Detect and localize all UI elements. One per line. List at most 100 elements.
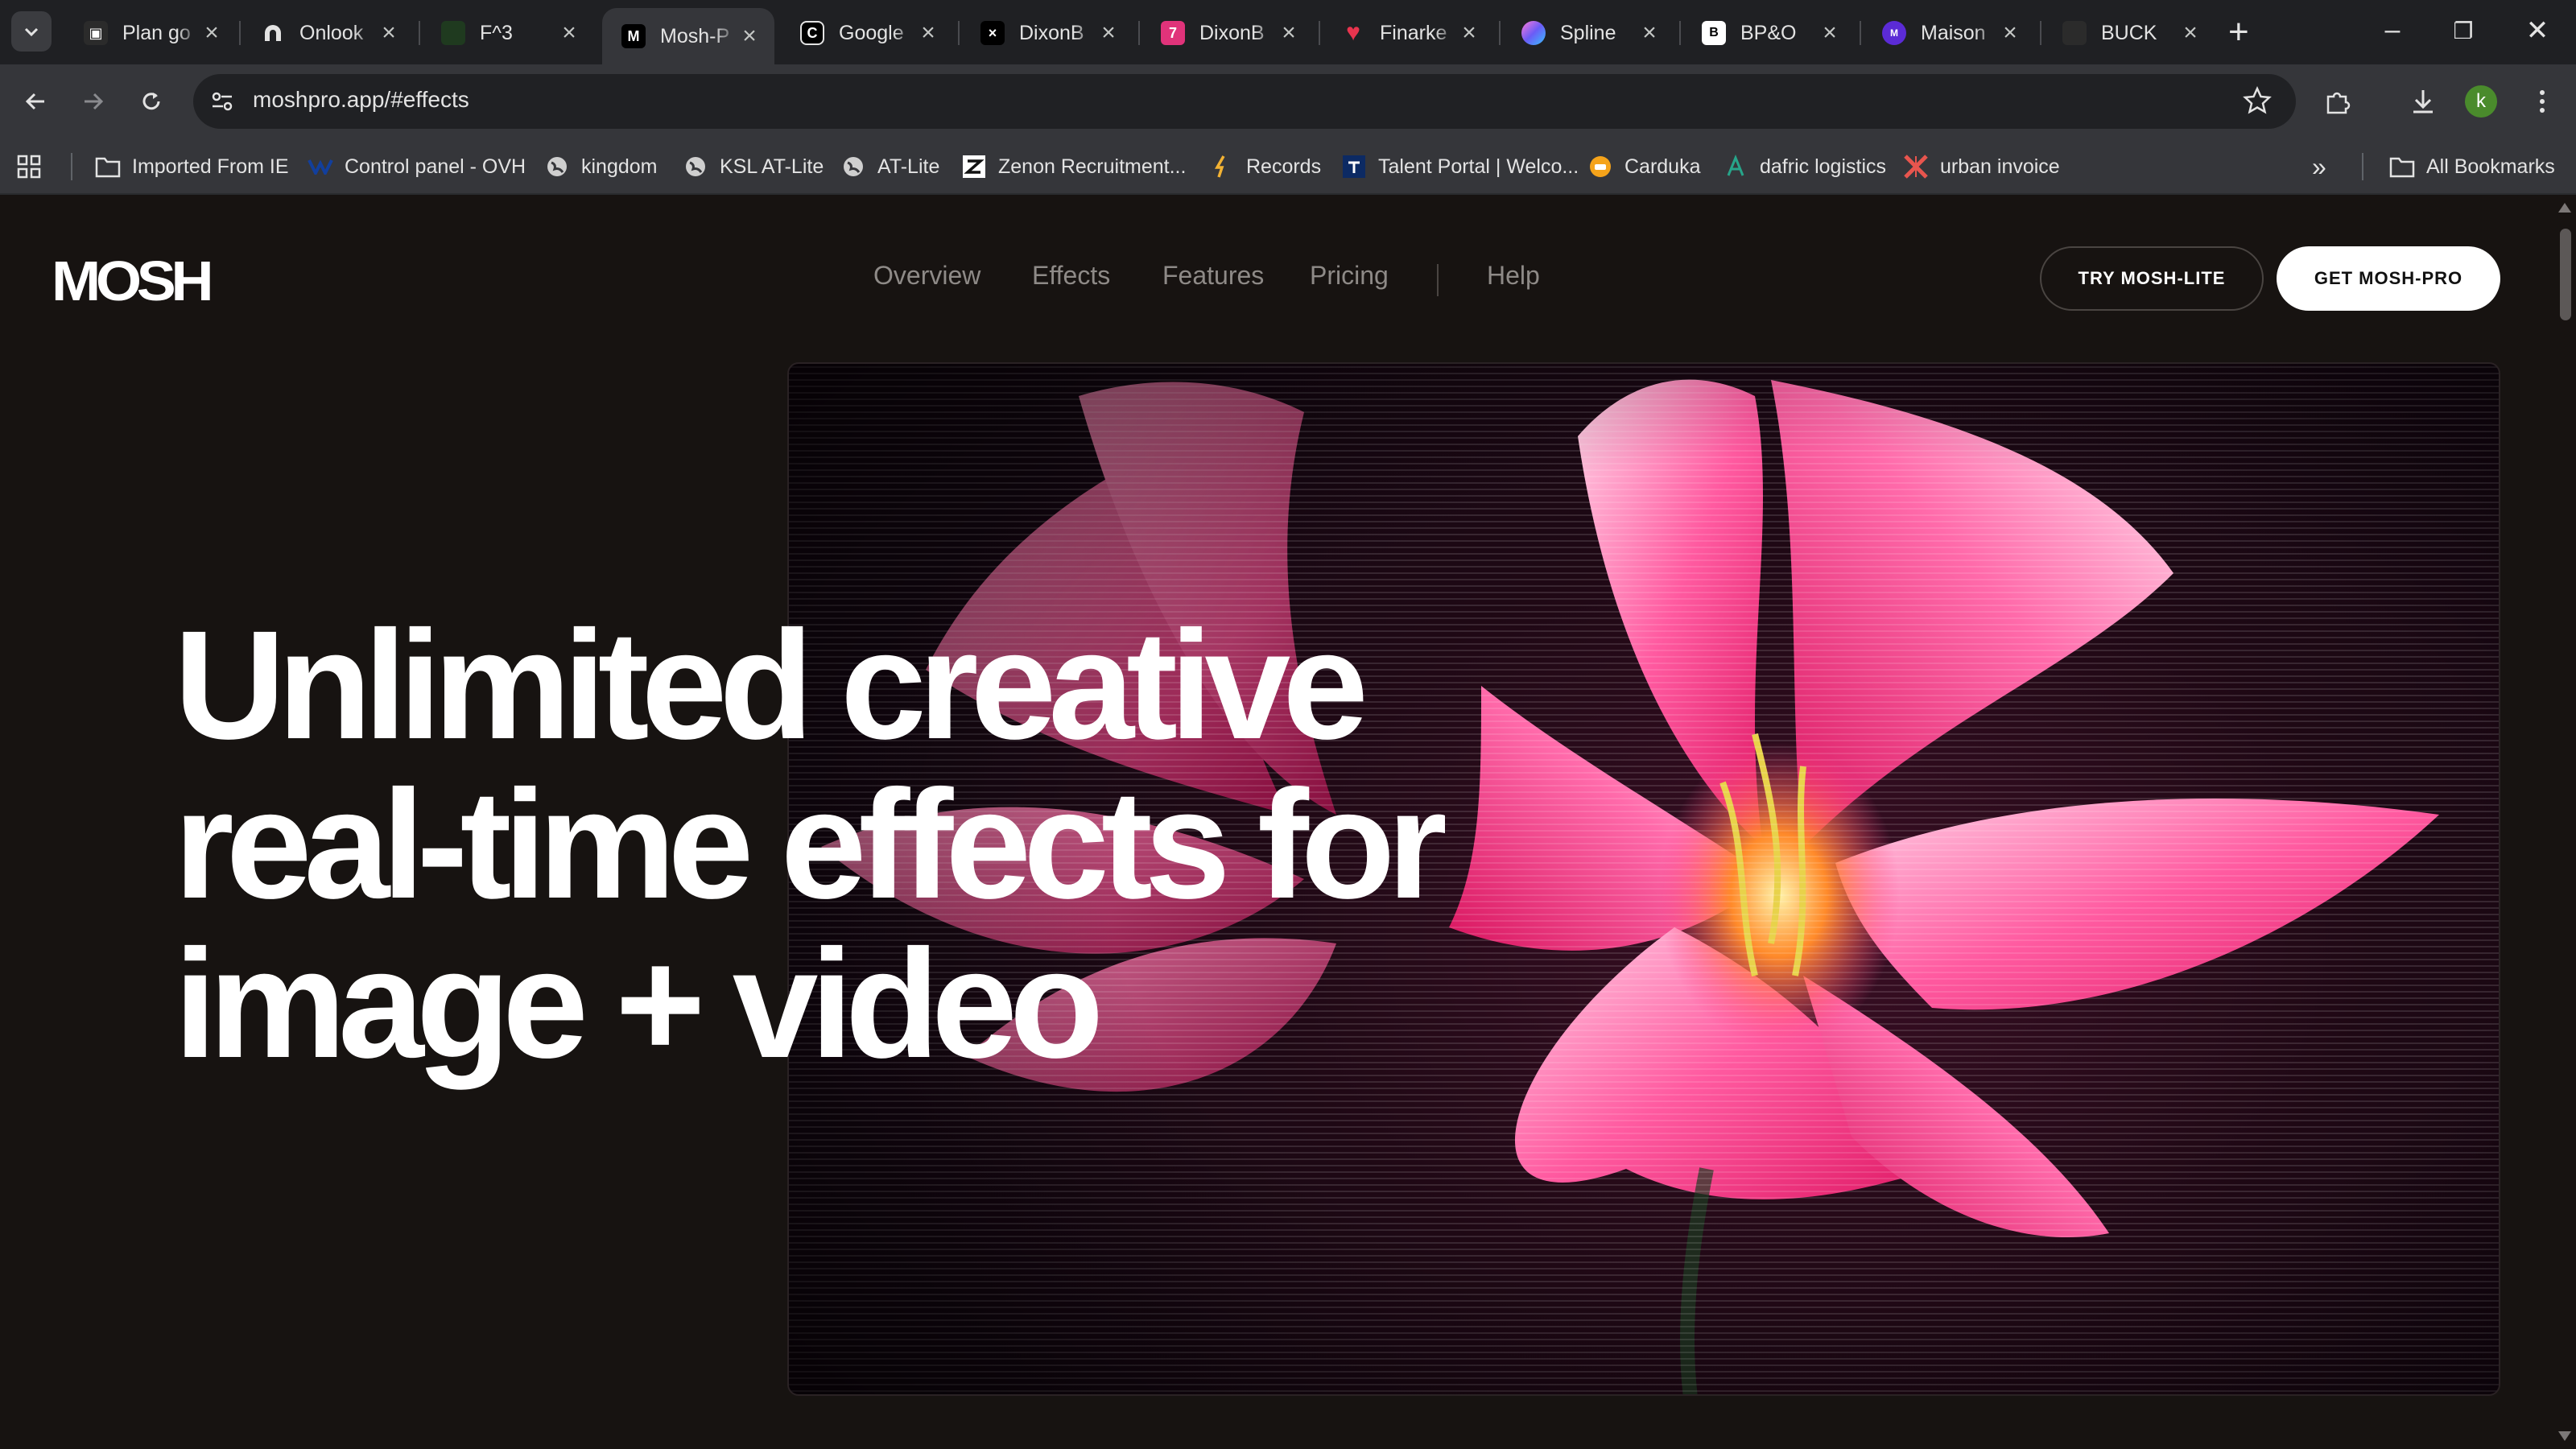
nav-pricing[interactable]: Pricing bbox=[1310, 261, 1389, 291]
get-mosh-pro-button[interactable]: GET MOSH-PRO bbox=[2277, 246, 2500, 311]
tab-title: Google bbox=[839, 21, 904, 44]
bookmark-item[interactable]: Talent Portal | Welco... bbox=[1341, 138, 1579, 195]
ovh-logo-icon bbox=[308, 154, 333, 180]
tab-title: DixonB bbox=[1019, 21, 1084, 44]
minimize-button[interactable]: – bbox=[2368, 14, 2417, 46]
scroll-down-arrow-icon[interactable] bbox=[2558, 1431, 2571, 1441]
tab-title: Onlook bbox=[299, 21, 364, 44]
globe-icon bbox=[544, 154, 570, 180]
folder-icon bbox=[95, 154, 121, 180]
close-icon[interactable]: × bbox=[1998, 19, 2022, 46]
extensions-button[interactable] bbox=[2318, 82, 2357, 121]
tab[interactable]: Onlook × bbox=[242, 8, 414, 58]
bookmark-item[interactable]: AT-Lite bbox=[840, 138, 939, 195]
try-mosh-lite-button[interactable]: TRY MOSH-LITE bbox=[2040, 246, 2264, 311]
tab[interactable]: ♥ Finarke × bbox=[1322, 8, 1494, 58]
address-bar[interactable]: moshpro.app/#effects bbox=[193, 74, 2296, 129]
heart-icon: ♥ bbox=[1346, 19, 1360, 46]
tab-separator bbox=[239, 21, 241, 45]
hero-line: real-time effects for bbox=[174, 758, 1447, 931]
close-icon[interactable]: × bbox=[1637, 19, 1662, 46]
nav-overview[interactable]: Overview bbox=[873, 261, 980, 291]
close-icon[interactable]: × bbox=[737, 23, 762, 49]
back-button[interactable] bbox=[16, 82, 55, 121]
nav-features[interactable]: Features bbox=[1162, 261, 1264, 291]
tab[interactable]: 7 DixonB × bbox=[1141, 8, 1314, 58]
bookmark-label: dafric logistics bbox=[1760, 155, 1886, 178]
forward-button[interactable] bbox=[74, 82, 113, 121]
tab-title: F^3 bbox=[480, 21, 513, 44]
tab-title: BUCK bbox=[2101, 21, 2157, 44]
restore-button[interactable]: ❐ bbox=[2439, 18, 2487, 44]
tab-strip: ▣ Plan go × Onlook × F^3 × M Mosh-P × C … bbox=[0, 0, 2576, 64]
bookmark-item[interactable]: kingdom bbox=[544, 138, 658, 195]
nav-help[interactable]: Help bbox=[1487, 261, 1540, 291]
talent-portal-icon bbox=[1341, 154, 1367, 180]
tab[interactable]: BUCK × bbox=[2043, 8, 2215, 58]
tab-separator bbox=[2040, 21, 2041, 45]
tab-search-button[interactable] bbox=[11, 11, 52, 52]
all-bookmarks-button[interactable]: All Bookmarks bbox=[2389, 138, 2555, 195]
tab-title: DixonB bbox=[1199, 21, 1265, 44]
browser-menu-button[interactable] bbox=[2523, 82, 2562, 121]
downloads-button[interactable] bbox=[2404, 82, 2442, 121]
tab[interactable]: C Google × bbox=[781, 8, 953, 58]
profile-avatar[interactable]: k bbox=[2465, 85, 2497, 118]
download-icon bbox=[2413, 90, 2433, 114]
records-logo-icon bbox=[1209, 154, 1235, 180]
bookmark-label: Talent Portal | Welco... bbox=[1378, 155, 1579, 178]
tab[interactable]: Spline × bbox=[1502, 8, 1674, 58]
bookmark-item[interactable]: KSL AT-Lite bbox=[683, 138, 824, 195]
close-icon[interactable]: × bbox=[916, 19, 940, 46]
close-icon[interactable]: × bbox=[1277, 19, 1301, 46]
browser-toolbar: moshpro.app/#effects k bbox=[0, 64, 2576, 138]
close-icon[interactable]: × bbox=[1457, 19, 1481, 46]
bookmarks-separator bbox=[2362, 153, 2363, 180]
tab-active[interactable]: M Mosh-P × bbox=[602, 8, 774, 64]
nav-divider bbox=[1437, 264, 1439, 296]
tab-title: Finarke bbox=[1380, 21, 1447, 44]
close-window-button[interactable]: ✕ bbox=[2513, 14, 2562, 47]
globe-icon bbox=[840, 154, 866, 180]
reload-button[interactable] bbox=[132, 82, 171, 121]
tab[interactable]: M Maison × bbox=[1863, 8, 2035, 58]
close-icon[interactable]: × bbox=[557, 19, 581, 46]
close-icon[interactable]: × bbox=[1096, 19, 1121, 46]
bookmark-item[interactable]: Zenon Recruitment... bbox=[961, 138, 1186, 195]
tab-separator bbox=[1499, 21, 1501, 45]
tab-separator bbox=[1319, 21, 1320, 45]
scrollbar-thumb[interactable] bbox=[2560, 229, 2571, 320]
bookmark-item[interactable]: Control panel - OVH bbox=[308, 138, 526, 195]
dixon-pink-icon: 7 bbox=[1161, 21, 1185, 45]
bookmark-item[interactable]: Records bbox=[1209, 138, 1321, 195]
bookmark-star-icon[interactable] bbox=[2241, 85, 2273, 117]
bookmark-item[interactable]: Carduka bbox=[1587, 138, 1701, 195]
tab[interactable]: ▣ Plan go × bbox=[64, 8, 237, 58]
close-icon[interactable]: × bbox=[1818, 19, 1842, 46]
box-logo-icon: ▣ bbox=[84, 21, 108, 45]
site-settings-icon[interactable] bbox=[208, 87, 237, 116]
tab[interactable]: F^3 × bbox=[422, 8, 594, 58]
nav-effects[interactable]: Effects bbox=[1032, 261, 1110, 291]
url-text: moshpro.app/#effects bbox=[253, 87, 469, 112]
apps-grid-icon bbox=[17, 155, 41, 179]
scroll-up-arrow-icon[interactable] bbox=[2558, 203, 2571, 213]
puzzle-icon bbox=[2326, 92, 2351, 114]
bookmark-item[interactable]: urban invoice bbox=[1903, 138, 2060, 195]
tab-title: Plan go bbox=[122, 21, 191, 44]
page-viewport: MOSH Overview Effects Features Pricing H… bbox=[0, 195, 2553, 1449]
apps-button[interactable] bbox=[16, 138, 42, 195]
tab[interactable]: × DixonB × bbox=[961, 8, 1133, 58]
onlook-logo-icon bbox=[261, 21, 285, 45]
bookmarks-overflow-button[interactable]: » bbox=[2312, 138, 2326, 195]
arrow-right-icon bbox=[85, 93, 104, 110]
close-icon[interactable]: × bbox=[2178, 19, 2202, 46]
close-icon[interactable]: × bbox=[200, 19, 224, 46]
bookmark-item[interactable]: dafric logistics bbox=[1723, 138, 1886, 195]
close-icon[interactable]: × bbox=[377, 19, 401, 46]
new-tab-button[interactable]: + bbox=[2228, 14, 2249, 50]
tab[interactable]: B BP&O × bbox=[1682, 8, 1855, 58]
page-scrollbar[interactable] bbox=[2553, 195, 2576, 1449]
bookmark-item[interactable]: Imported From IE bbox=[95, 138, 289, 195]
site-logo[interactable]: MOSH bbox=[52, 253, 214, 309]
